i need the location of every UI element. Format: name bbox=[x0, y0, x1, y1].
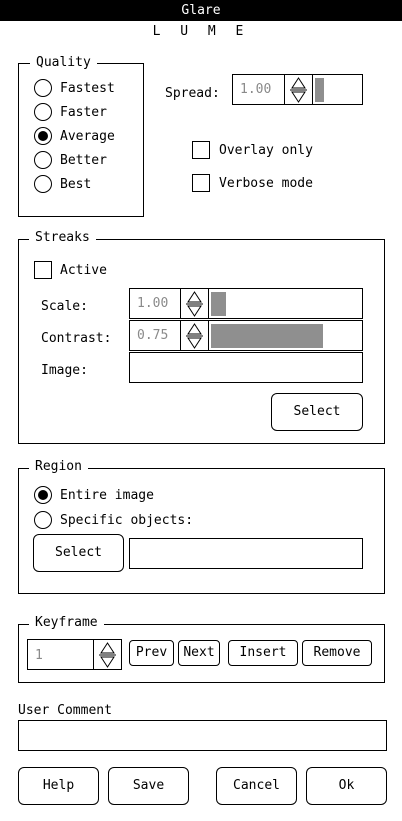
up-down-arrows-icon bbox=[186, 323, 203, 349]
region-group bbox=[18, 468, 385, 594]
quality-best-radio[interactable] bbox=[34, 175, 52, 193]
up-down-arrows-icon bbox=[186, 291, 203, 317]
streaks-legend: Streaks bbox=[29, 231, 96, 245]
region-specific-objects-label: Specific objects: bbox=[60, 513, 194, 528]
scale-slider-fill bbox=[211, 292, 226, 316]
quality-better-radio[interactable] bbox=[34, 151, 52, 169]
quality-better-label: Better bbox=[60, 153, 107, 168]
up-down-arrows-icon bbox=[99, 642, 116, 668]
user-comment-label: User Comment bbox=[18, 703, 112, 718]
quality-average-radio[interactable] bbox=[34, 127, 52, 145]
spread-label: Spread: bbox=[165, 86, 220, 101]
overlay-only-checkbox[interactable] bbox=[192, 141, 210, 159]
spread-value-field[interactable]: 1.00 bbox=[232, 74, 285, 105]
region-objects-field[interactable] bbox=[129, 538, 363, 569]
region-entire-image-radio[interactable] bbox=[34, 486, 52, 504]
app-subtitle: L U M E bbox=[152, 24, 250, 39]
keyframe-value: 1 bbox=[35, 648, 43, 663]
verbose-mode-checkbox[interactable] bbox=[192, 174, 210, 192]
quality-legend: Quality bbox=[30, 56, 97, 70]
save-button[interactable]: Save bbox=[108, 767, 189, 805]
region-entire-image-label: Entire image bbox=[60, 488, 154, 503]
keyframe-spinner[interactable] bbox=[93, 639, 122, 670]
region-select-button[interactable]: Select bbox=[33, 534, 124, 572]
contrast-spinner[interactable] bbox=[180, 320, 209, 351]
up-down-arrows-icon bbox=[290, 77, 307, 103]
quality-average-label: Average bbox=[60, 129, 115, 144]
region-specific-objects-radio[interactable] bbox=[34, 511, 52, 529]
contrast-slider-fill bbox=[211, 324, 323, 348]
quality-fastest-label: Fastest bbox=[60, 81, 115, 96]
spread-slider[interactable] bbox=[312, 74, 363, 105]
scale-value: 1.00 bbox=[137, 296, 169, 311]
ok-button[interactable]: Ok bbox=[306, 767, 387, 805]
streaks-active-checkbox[interactable] bbox=[34, 261, 52, 279]
quality-fastest-radio[interactable] bbox=[34, 79, 52, 97]
keyframe-prev-button[interactable]: Prev bbox=[129, 640, 174, 666]
contrast-value-field[interactable]: 0.75 bbox=[129, 320, 181, 351]
spread-value: 1.00 bbox=[240, 82, 272, 97]
overlay-only-label: Overlay only bbox=[219, 143, 313, 158]
verbose-mode-label: Verbose mode bbox=[219, 176, 313, 191]
streaks-select-button[interactable]: Select bbox=[271, 393, 363, 431]
keyframe-next-button[interactable]: Next bbox=[178, 640, 220, 666]
image-label: Image: bbox=[41, 363, 88, 378]
scale-spinner[interactable] bbox=[180, 288, 209, 319]
keyframe-legend: Keyframe bbox=[29, 616, 104, 630]
quality-faster-radio[interactable] bbox=[34, 103, 52, 121]
quality-faster-label: Faster bbox=[60, 105, 107, 120]
spread-spinner[interactable] bbox=[284, 74, 313, 105]
scale-label: Scale: bbox=[41, 299, 88, 314]
streaks-active-label: Active bbox=[60, 263, 107, 278]
contrast-label: Contrast: bbox=[41, 331, 112, 346]
quality-best-label: Best bbox=[60, 177, 92, 192]
help-button[interactable]: Help bbox=[18, 767, 99, 805]
region-legend: Region bbox=[29, 460, 88, 474]
image-field[interactable] bbox=[129, 352, 363, 383]
keyframe-insert-button[interactable]: Insert bbox=[228, 640, 298, 666]
scale-value-field[interactable]: 1.00 bbox=[129, 288, 181, 319]
keyframe-remove-button[interactable]: Remove bbox=[302, 640, 372, 666]
user-comment-field[interactable] bbox=[18, 720, 387, 751]
cancel-button[interactable]: Cancel bbox=[216, 767, 297, 805]
spread-slider-fill bbox=[315, 78, 324, 102]
contrast-slider[interactable] bbox=[208, 320, 363, 351]
scale-slider[interactable] bbox=[208, 288, 363, 319]
keyframe-value-field[interactable]: 1 bbox=[27, 639, 94, 670]
window-title: Glare bbox=[181, 3, 221, 18]
contrast-value: 0.75 bbox=[137, 328, 169, 343]
title-bar: Glare bbox=[0, 0, 402, 21]
